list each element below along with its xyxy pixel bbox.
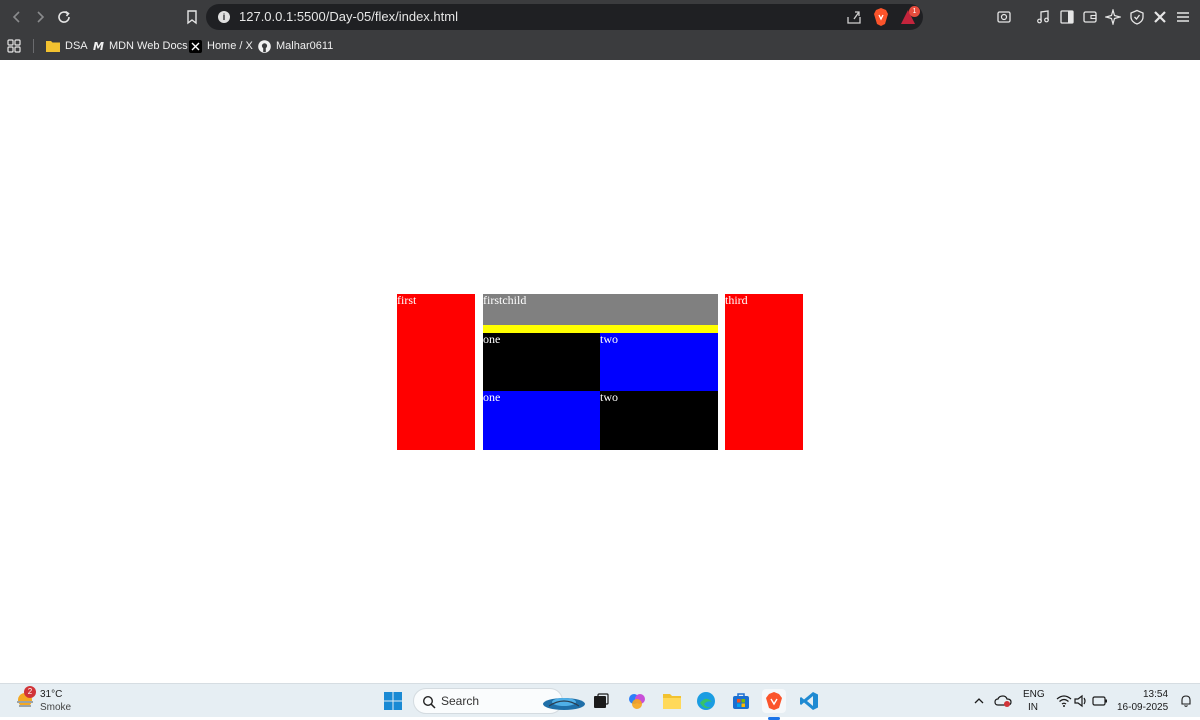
reload-button[interactable] xyxy=(53,6,75,28)
bookmark-button[interactable] xyxy=(181,6,203,28)
address-bar[interactable]: i 127.0.0.1:5500/Day-05/flex/index.html … xyxy=(206,4,923,30)
share-icon[interactable] xyxy=(845,8,863,26)
middle-box: firstchild one two one two xyxy=(483,294,718,450)
third-box: third xyxy=(725,294,803,450)
bookmark-dsa[interactable]: DSA xyxy=(46,37,88,55)
leo-ai-icon[interactable] xyxy=(1103,7,1123,27)
bookmark-github[interactable]: Malhar0611 xyxy=(258,37,333,55)
third-label: third xyxy=(725,293,748,307)
vpn-shield-icon[interactable] xyxy=(1127,7,1147,27)
chevron-right-icon xyxy=(37,11,45,23)
brave-taskbar-icon[interactable] xyxy=(762,689,786,720)
grid-cell-label: one xyxy=(483,332,501,346)
grid-cell-r2c1: one xyxy=(483,391,600,450)
bookmark-label: Malhar0611 xyxy=(276,40,334,52)
weather-temp: 31°C xyxy=(40,689,63,700)
taskbar: 2 31°C Smoke Search ENG IN 13:54 16-09-2… xyxy=(0,683,1200,720)
language-line2[interactable]: IN xyxy=(1028,702,1038,713)
show-hidden-icons[interactable] xyxy=(967,689,991,713)
x-logo-icon xyxy=(189,39,202,53)
apps-icon[interactable] xyxy=(6,37,22,55)
weather-badge: 2 xyxy=(24,686,36,698)
chevron-left-icon xyxy=(12,11,20,23)
search-highlight-icon xyxy=(541,692,587,712)
bookmark-mdn[interactable]: M MDN Web Docs xyxy=(93,37,188,55)
forward-button[interactable] xyxy=(29,6,51,28)
bookmark-label: Home / X xyxy=(207,40,253,52)
grid-cell-r1c1: one xyxy=(483,333,600,391)
media-icon[interactable] xyxy=(1033,7,1053,27)
folder-icon xyxy=(46,40,60,52)
bookmarks-bar: DSA M MDN Web Docs Home / X Malhar0611 xyxy=(0,33,1200,60)
battery-icon[interactable] xyxy=(1088,689,1112,713)
grid-cell-label: two xyxy=(600,332,618,346)
info-icon[interactable]: i xyxy=(218,11,230,23)
bookmark-home-x[interactable]: Home / X xyxy=(189,37,253,55)
first-label: first xyxy=(397,293,417,307)
page-viewport: first firstchild one two one two third xyxy=(0,60,1200,683)
weather-widget[interactable]: 2 xyxy=(14,686,38,713)
grid-cell-r1c2: two xyxy=(600,333,718,391)
store-icon[interactable] xyxy=(729,689,753,713)
weather-desc: Smoke xyxy=(40,702,72,713)
github-icon xyxy=(258,39,271,53)
grid-cell-label: one xyxy=(483,390,501,404)
back-button[interactable] xyxy=(6,6,28,28)
task-view-icon[interactable] xyxy=(589,689,613,713)
vscode-icon[interactable] xyxy=(797,689,821,713)
wallet-icon[interactable] xyxy=(1080,7,1100,27)
first-box: first xyxy=(397,294,475,450)
windows-icon xyxy=(384,692,402,710)
copilot-icon[interactable] xyxy=(625,689,649,713)
search-icon xyxy=(422,695,436,709)
bookmark-label: DSA xyxy=(65,40,88,52)
firstchild-label: firstchild xyxy=(483,293,527,307)
edge-icon[interactable] xyxy=(694,689,718,713)
notification-badge: 1 xyxy=(909,6,920,17)
sidebar-icon[interactable] xyxy=(1057,7,1077,27)
taskbar-search[interactable]: Search xyxy=(413,688,585,714)
clock-time[interactable]: 13:54 xyxy=(1143,689,1168,700)
reload-icon xyxy=(58,10,70,23)
language-line1[interactable]: ENG xyxy=(1023,689,1045,700)
grid-cell-r2c2: two xyxy=(600,391,718,450)
bookmark-label: MDN Web Docs xyxy=(108,40,188,52)
screenshot-icon[interactable] xyxy=(994,7,1014,27)
notification-bell-icon[interactable] xyxy=(1174,689,1198,713)
search-placeholder: Search xyxy=(441,694,480,708)
mdn-icon: M xyxy=(93,39,104,53)
browser-toolbar: i 127.0.0.1:5500/Day-05/flex/index.html … xyxy=(0,0,1200,33)
file-explorer-icon[interactable] xyxy=(660,689,684,713)
firstchild-box: firstchild xyxy=(483,294,718,325)
onedrive-icon[interactable] xyxy=(991,689,1015,713)
grid-cell-label: two xyxy=(600,390,618,404)
brave-shields-icon[interactable] xyxy=(872,7,890,27)
bookmarks-divider xyxy=(33,39,34,53)
browser-chrome: i 127.0.0.1:5500/Day-05/flex/index.html … xyxy=(0,0,1200,60)
clock-date[interactable]: 16-09-2025 xyxy=(1117,702,1168,713)
url-text: 127.0.0.1:5500/Day-05/flex/index.html xyxy=(239,9,458,24)
menu-icon[interactable] xyxy=(1173,7,1193,27)
extensions-icon[interactable] xyxy=(1150,7,1170,27)
bookmark-icon xyxy=(187,10,197,25)
brave-rewards-icon[interactable]: 1 xyxy=(899,6,920,26)
start-button[interactable] xyxy=(381,689,405,713)
